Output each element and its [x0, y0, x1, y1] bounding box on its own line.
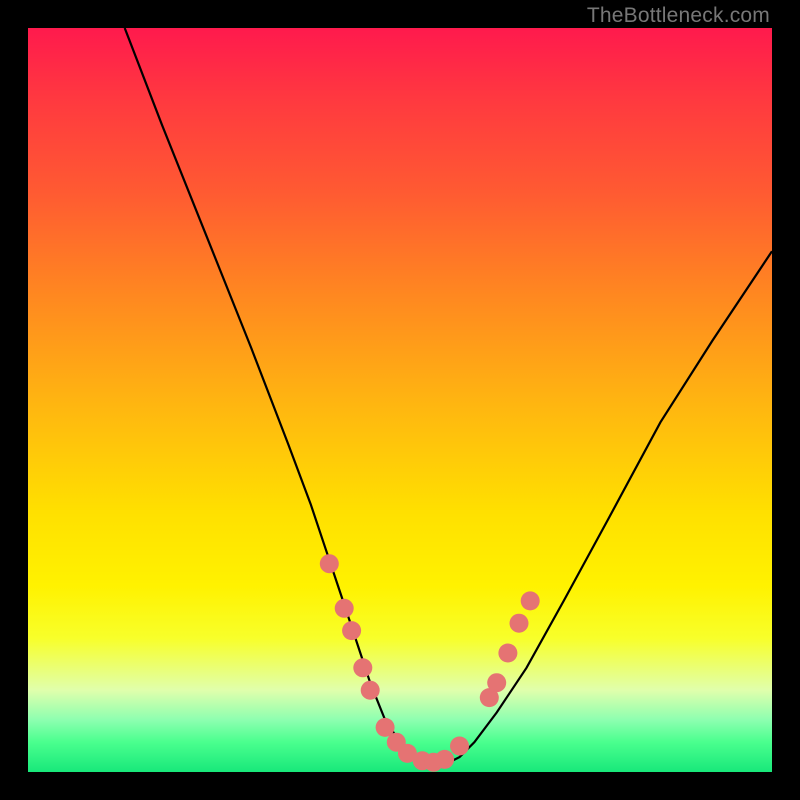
marker-layer	[320, 554, 540, 772]
curve-marker	[487, 673, 506, 692]
curve-layer	[28, 28, 772, 772]
curve-marker	[320, 554, 339, 573]
curve-marker	[450, 737, 469, 756]
curve-marker	[342, 621, 361, 640]
watermark-label: TheBottleneck.com	[587, 4, 770, 28]
curve-marker	[521, 591, 540, 610]
plot-area	[28, 28, 772, 772]
curve-marker	[510, 614, 529, 633]
curve-marker	[498, 644, 517, 663]
curve-marker	[335, 599, 354, 618]
curve-marker	[361, 681, 380, 700]
curve-marker	[353, 658, 372, 677]
bottleneck-curve	[125, 28, 772, 765]
chart-frame: TheBottleneck.com	[0, 0, 800, 800]
curve-marker	[435, 750, 454, 769]
